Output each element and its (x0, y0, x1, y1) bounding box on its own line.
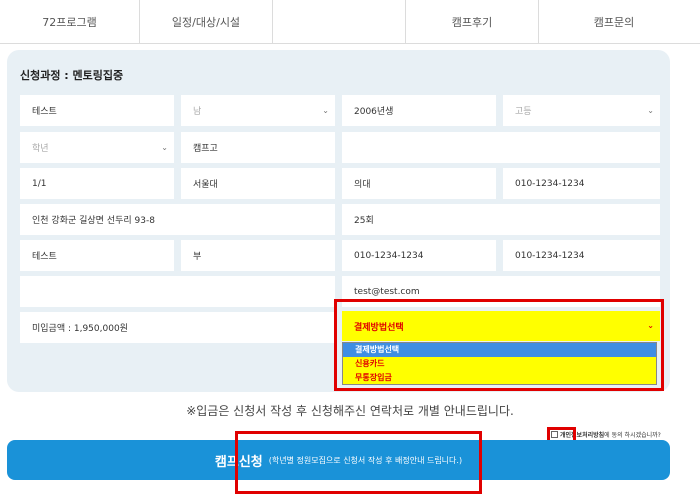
chevron-down-icon: ⌄ (161, 143, 168, 152)
form-title: 신청과정 : 멘토링집중 (20, 69, 124, 82)
class-field[interactable]: 1/1 (20, 168, 174, 199)
university-field[interactable]: 서울대 (181, 168, 335, 199)
highlight-box (235, 431, 482, 494)
tab-review[interactable]: 캠프후기 (406, 0, 539, 43)
grade-value: 학년 (32, 144, 49, 154)
tab-inquiry[interactable]: 캠프문의 (539, 0, 689, 43)
chevron-down-icon: ⌄ (322, 106, 329, 115)
top-tabs: 72프로그램 일정/대상/시설 캠프후기 캠프문의 (0, 0, 700, 44)
school-level-select[interactable]: 고등 ⌄ (503, 95, 660, 126)
phone-field[interactable]: 010-1234-1234 (503, 168, 660, 199)
relation-field[interactable]: 부 (181, 240, 335, 271)
address-field[interactable]: 인천 강화군 길상면 선두리 93-8 (20, 204, 335, 235)
grade-select[interactable]: 학년 ⌄ (20, 132, 174, 163)
gender-select[interactable]: 남 ⌄ (181, 95, 335, 126)
birth-field[interactable]: 2006년생 (342, 95, 496, 126)
privacy-question: 에 동의 하시겠습니까? (604, 432, 661, 439)
tab-72program[interactable]: 72프로그램 (0, 0, 140, 43)
name-field[interactable]: 테스트 (20, 95, 174, 126)
parent-name-field[interactable]: 테스트 (20, 240, 174, 271)
parent-phone2-field[interactable]: 010-1234-1234 (503, 240, 660, 271)
extra-field[interactable] (342, 132, 660, 163)
note-field[interactable] (20, 276, 335, 307)
count-field[interactable]: 25회 (342, 204, 660, 235)
gender-value: 남 (193, 107, 202, 117)
deposit-field: 미입금액 : 1,950,000원 (20, 312, 335, 343)
school-field[interactable]: 캠프고 (181, 132, 335, 163)
highlight-box (334, 299, 664, 391)
chevron-down-icon: ⌄ (647, 106, 654, 115)
major-field[interactable]: 의대 (342, 168, 496, 199)
payment-notice: ※입금은 신청서 작성 후 신청해주신 연락처로 개별 안내드립니다. (186, 404, 514, 418)
school-level-value: 고등 (515, 107, 532, 117)
tab-blank[interactable] (273, 0, 406, 43)
parent-phone-field[interactable]: 010-1234-1234 (342, 240, 496, 271)
tab-schedule[interactable]: 일정/대상/시설 (140, 0, 273, 43)
